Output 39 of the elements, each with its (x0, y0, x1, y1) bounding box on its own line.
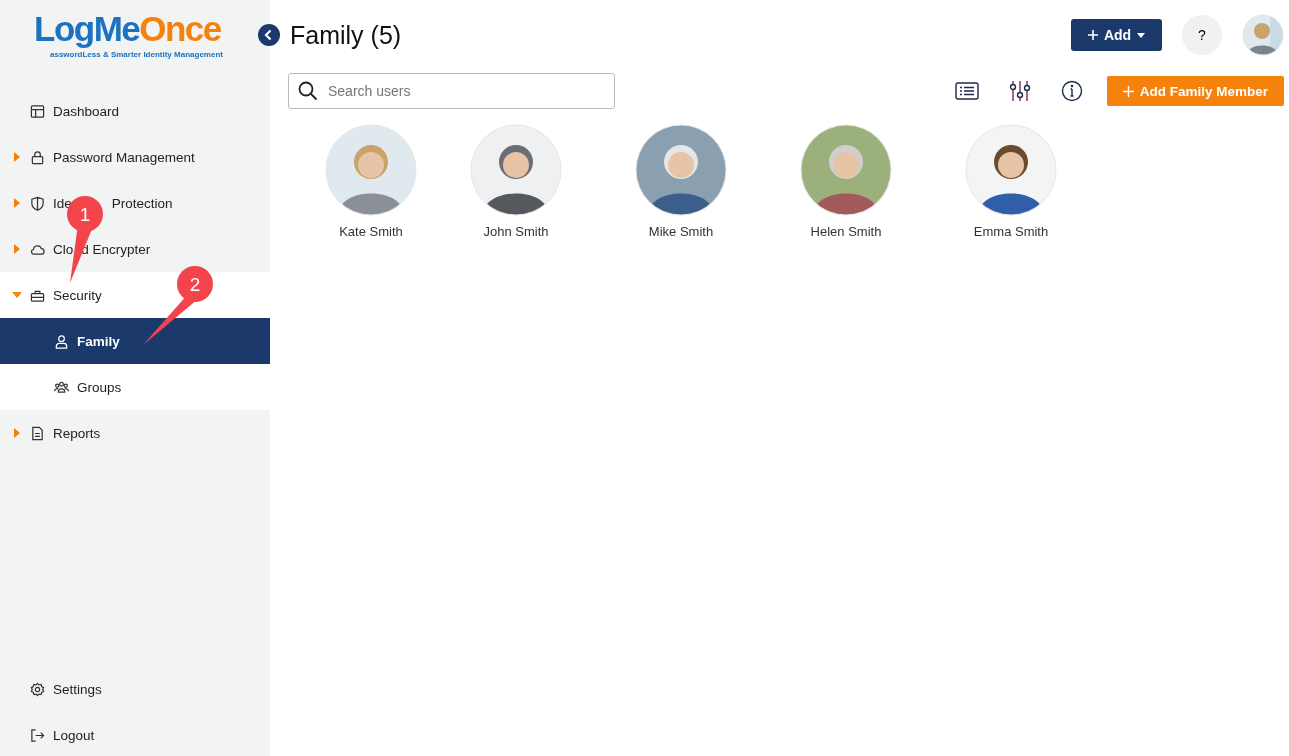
users-icon (54, 379, 69, 395)
nav-label[interactable]: Dashboard (53, 103, 120, 119)
info-icon[interactable] (1060, 80, 1083, 102)
nav-label[interactable]: Password Management (53, 149, 195, 165)
search-field[interactable]: Search users (288, 73, 615, 109)
plus-icon (1122, 85, 1134, 97)
nav-item[interactable]: Logout (0, 712, 270, 756)
collapse-sidebar-icon[interactable] (258, 24, 280, 46)
member-name[interactable]: Mike Smith (648, 224, 714, 239)
shield-icon (30, 195, 45, 211)
user-icon (54, 333, 69, 349)
plus-icon (1087, 30, 1098, 40)
help-button[interactable]: ? (1182, 15, 1222, 55)
logo-tagline: asswordLess & Smarter Identity Management (50, 50, 224, 59)
member-name[interactable]: Helen Smith (810, 224, 882, 239)
member-name[interactable]: Kate Smith (339, 224, 403, 239)
settings-icon (30, 681, 45, 697)
nav-label[interactable]: Ide (53, 195, 72, 211)
nav-subitem[interactable]: Groups (0, 364, 270, 410)
nav-label[interactable]: Reports (53, 425, 101, 441)
logout-icon (30, 727, 45, 743)
caret-icon (1137, 32, 1146, 38)
caret-icon[interactable] (12, 290, 22, 300)
nav-item[interactable]: Settings (0, 666, 270, 712)
file-icon (30, 425, 45, 441)
add-button[interactable]: Add (1071, 19, 1162, 51)
lock-icon (30, 149, 45, 165)
filter-sliders-icon[interactable] (1008, 80, 1031, 102)
logo[interactable]: LogMeOnce (34, 12, 221, 46)
member-name[interactable]: John Smith (483, 224, 549, 239)
nav-label[interactable]: Clo (53, 241, 74, 257)
nav-label[interactable]: Protection (111, 195, 173, 211)
page-title: Family (5) (290, 20, 402, 50)
nav-subitem[interactable]: Family (0, 318, 270, 364)
list-view-icon[interactable] (954, 82, 979, 100)
search-icon (298, 81, 318, 101)
nav-label[interactable]: Security (53, 287, 102, 303)
dashboard-icon (30, 103, 45, 119)
member-name[interactable]: Emma Smith (973, 224, 1049, 239)
